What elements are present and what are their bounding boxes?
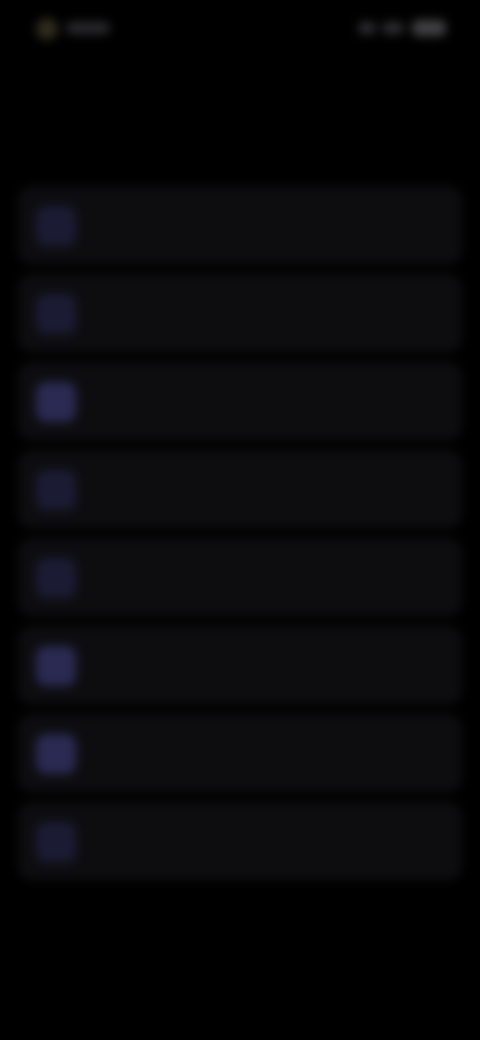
options-list: [18, 186, 462, 890]
list-item[interactable]: [18, 538, 462, 616]
list-item-label: [98, 564, 432, 590]
list-item-label: [98, 652, 432, 678]
status-icons: [354, 20, 446, 36]
status-text: [66, 22, 110, 34]
list-item[interactable]: [18, 714, 462, 792]
item-icon: [36, 734, 76, 774]
page-title-line-1: [40, 86, 440, 126]
list-item[interactable]: [18, 802, 462, 880]
list-item[interactable]: [18, 626, 462, 704]
list-item[interactable]: [18, 186, 462, 264]
item-icon: [36, 822, 76, 862]
blurred-content: [0, 0, 480, 1040]
list-item-label: [98, 300, 432, 326]
item-icon: [36, 294, 76, 334]
item-icon: [36, 646, 76, 686]
item-icon: [36, 206, 76, 246]
list-item[interactable]: [18, 274, 462, 352]
list-item-label: [98, 828, 432, 854]
list-item-label: [98, 476, 432, 502]
list-item-label: [98, 388, 432, 414]
page-title-line-2: [40, 126, 440, 166]
page-title: [40, 86, 440, 166]
list-item-label: [98, 212, 432, 238]
list-item[interactable]: [18, 362, 462, 440]
wifi-icon: [382, 22, 404, 34]
item-icon: [36, 382, 76, 422]
list-item-label: [98, 740, 432, 766]
status-bar: [0, 0, 480, 60]
signal-icon: [358, 22, 376, 34]
item-icon: [36, 558, 76, 598]
item-icon: [36, 470, 76, 510]
status-dot-icon: [36, 18, 58, 40]
app-screen: [0, 0, 480, 1040]
list-item[interactable]: [18, 450, 462, 528]
battery-icon: [412, 20, 446, 36]
